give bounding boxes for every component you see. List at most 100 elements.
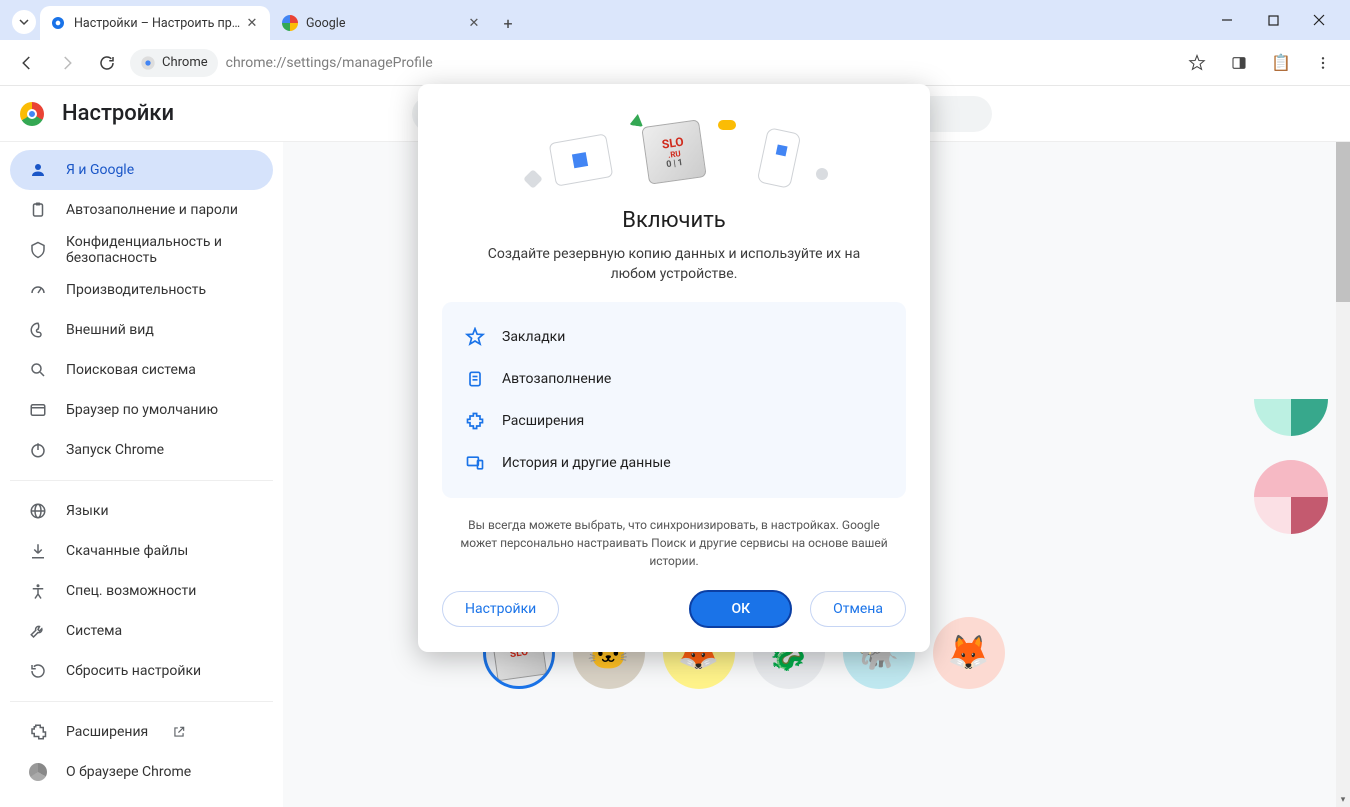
triangle-icon	[629, 113, 645, 127]
person-icon	[28, 160, 48, 180]
feature-bookmarks: Закладки	[460, 316, 888, 358]
tab-close-button[interactable]: ✕	[466, 15, 482, 31]
diamond-icon	[523, 169, 543, 189]
omnibox[interactable]: Chrome chrome://settings/manageProfile	[130, 46, 1174, 80]
sidebar-item-label: Внешний вид	[66, 322, 154, 338]
feature-autofill: Автозаполнение	[460, 358, 888, 400]
wrench-icon	[28, 621, 48, 641]
dialog-title: Включить	[442, 208, 906, 233]
chevron-down-icon	[19, 17, 29, 27]
cancel-button[interactable]: Отмена	[810, 591, 906, 627]
sidebar-item-default-browser[interactable]: Браузер по умолчанию	[10, 390, 273, 430]
clipboard-icon	[28, 200, 48, 220]
sidebar-item-label: Я и Google	[66, 162, 134, 178]
menu-button[interactable]	[1306, 46, 1340, 80]
site-chip-label: Chrome	[162, 55, 208, 70]
feature-label: Расширения	[502, 413, 584, 429]
palette-icon	[28, 320, 48, 340]
sidebar-item-appearance[interactable]: Внешний вид	[10, 310, 273, 350]
google-icon	[282, 15, 298, 31]
globe-icon	[28, 501, 48, 521]
feature-history: История и другие данные	[460, 442, 888, 484]
button-label: Отмена	[833, 601, 883, 617]
ok-button[interactable]: ОК	[689, 590, 792, 628]
scrollbar-thumb[interactable]	[1336, 142, 1350, 302]
browser-toolbar: Chrome chrome://settings/manageProfile 📋	[0, 40, 1350, 86]
sidebar-item-accessibility[interactable]: Спец. возможности	[10, 571, 273, 611]
search-icon	[28, 360, 48, 380]
back-button[interactable]	[10, 46, 44, 80]
speedometer-icon	[28, 280, 48, 300]
close-window-button[interactable]	[1296, 0, 1342, 40]
bookmark-star-button[interactable]	[1180, 46, 1214, 80]
sidebar-item-label: Скачанные файлы	[66, 543, 188, 559]
sidebar-item-label: Сбросить настройки	[66, 663, 201, 679]
reload-button[interactable]	[90, 46, 124, 80]
shield-icon	[28, 240, 48, 260]
extension-button[interactable]: 📋	[1264, 46, 1298, 80]
theme-swatch[interactable]	[1254, 362, 1328, 436]
dialog-buttons: Настройки ОК Отмена	[442, 590, 906, 628]
sidebar-item-autofill[interactable]: Автозаполнение и пароли	[10, 190, 273, 230]
sidebar-item-label: Система	[66, 623, 122, 639]
clipboard-icon	[464, 368, 486, 390]
sidebar-item-about[interactable]: О браузере Chrome	[10, 752, 273, 792]
sidebar-item-performance[interactable]: Производительность	[10, 270, 273, 310]
sidebar-item-downloads[interactable]: Скачанные файлы	[10, 531, 273, 571]
chrome-icon	[140, 55, 156, 71]
theme-swatch[interactable]	[1254, 460, 1328, 534]
titlebar: Настройки – Настроить проф… ✕ Google ✕ +	[0, 0, 1350, 40]
feature-label: История и другие данные	[502, 455, 671, 471]
omnibox-url: chrome://settings/manageProfile	[226, 55, 433, 71]
external-link-icon	[172, 725, 186, 739]
settings-sidebar: Я и Google Автозаполнение и пароли Конфи…	[0, 142, 283, 807]
tab-title: Google	[306, 16, 466, 31]
sidebar-item-label: О браузере Chrome	[66, 764, 191, 780]
page-title: Настройки	[62, 101, 174, 126]
dialog-fine-print: Вы всегда можете выбрать, что синхронизи…	[450, 516, 898, 570]
tab-close-button[interactable]: ✕	[244, 15, 260, 31]
sidebar-item-privacy[interactable]: Конфиденциальность и безопасность	[10, 230, 273, 270]
maximize-button[interactable]	[1250, 0, 1296, 40]
sidebar-item-on-startup[interactable]: Запуск Chrome	[10, 430, 273, 470]
sidebar-item-extensions[interactable]: Расширения	[10, 712, 273, 752]
sidebar-item-label: Поисковая система	[66, 362, 196, 378]
profile-logo: SLO.RU0|1	[641, 119, 707, 185]
sidebar-separator	[10, 701, 273, 702]
forward-button[interactable]	[50, 46, 84, 80]
scrollbar-down-arrow[interactable]: ▾	[1336, 793, 1350, 807]
feature-list: Закладки Автозаполнение Расширения Истор…	[442, 302, 906, 498]
download-icon	[28, 541, 48, 561]
avatar-option[interactable]: 🦊	[933, 617, 1005, 689]
window-controls	[1204, 0, 1342, 40]
tab-search-dropdown[interactable]	[12, 10, 36, 34]
sidebar-item-reset[interactable]: Сбросить настройки	[10, 651, 273, 691]
side-panel-button[interactable]	[1222, 46, 1256, 80]
sidebar-item-label: Расширения	[66, 724, 148, 740]
sidebar-item-label: Автозаполнение и пароли	[66, 202, 238, 218]
sidebar-item-languages[interactable]: Языки	[10, 491, 273, 531]
sidebar-item-search-engine[interactable]: Поисковая система	[10, 350, 273, 390]
chrome-logo-icon	[20, 102, 44, 126]
sidebar-item-label: Спец. возможности	[66, 583, 196, 599]
tab-title: Настройки – Настроить проф…	[74, 16, 244, 31]
star-icon	[464, 326, 486, 348]
browser-icon	[28, 400, 48, 420]
sidebar-item-label: Конфиденциальность и безопасность	[66, 234, 255, 266]
sidebar-item-me-and-google[interactable]: Я и Google	[10, 150, 273, 190]
site-chip[interactable]: Chrome	[130, 49, 218, 77]
sidebar-item-label: Производительность	[66, 282, 206, 298]
browser-tab-active[interactable]: Настройки – Настроить проф… ✕	[40, 6, 270, 40]
dot-icon	[816, 168, 828, 180]
feature-label: Автозаполнение	[502, 371, 611, 387]
gear-icon	[50, 15, 66, 31]
sidebar-item-system[interactable]: Система	[10, 611, 273, 651]
minimize-button[interactable]	[1204, 0, 1250, 40]
browser-tab[interactable]: Google ✕	[272, 6, 492, 40]
feature-extensions: Расширения	[460, 400, 888, 442]
feature-label: Закладки	[502, 329, 565, 345]
dialog-subtitle: Создайте резервную копию данных и исполь…	[464, 245, 884, 284]
dialog-hero: SLO.RU0|1	[442, 102, 906, 202]
settings-button[interactable]: Настройки	[442, 591, 559, 627]
new-tab-button[interactable]: +	[494, 9, 522, 37]
